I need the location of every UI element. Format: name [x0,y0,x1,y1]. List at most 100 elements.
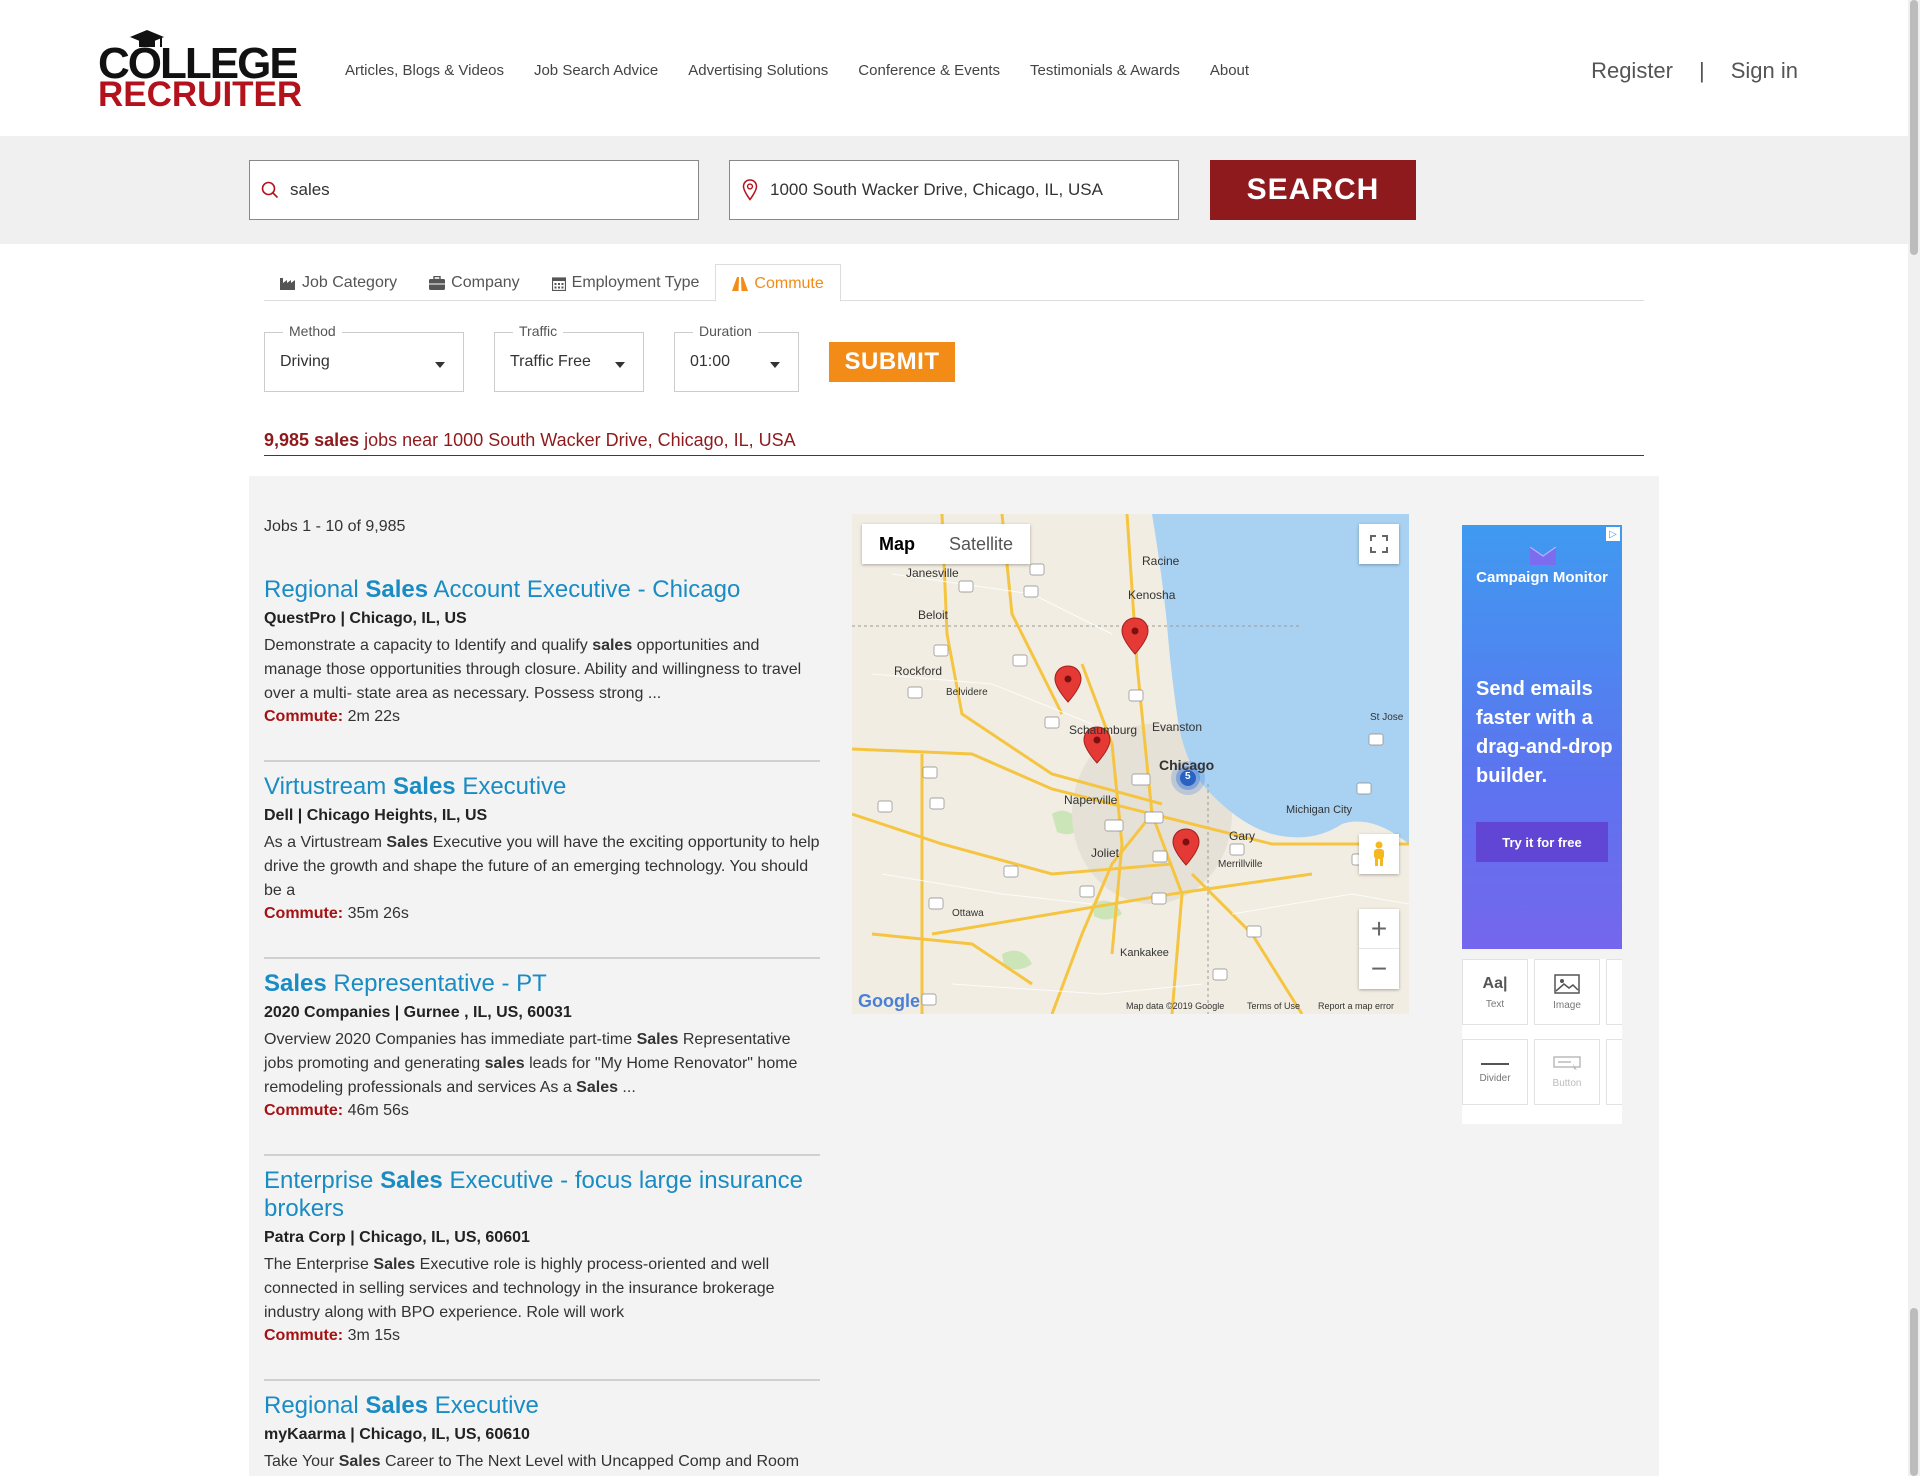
desc-text: Overview 2020 Companies has immediate pa… [264,1031,637,1048]
map-label-beloit: Beloit [918,608,949,622]
divider-icon [1481,1062,1509,1065]
results-map[interactable]: 5 Janesville Racine Kenosha Beloit Rockf… [852,514,1409,1014]
nav-articles[interactable]: Articles, Blogs & Videos [345,62,504,79]
road-icon [732,277,749,291]
nav-conference-events[interactable]: Conference & Events [858,62,1000,79]
job-title-link[interactable]: Sales Representative - PT [264,970,820,998]
zoom-out-icon[interactable]: − [1359,949,1399,989]
map-label-janesville: Janesville [906,566,959,580]
fullscreen-button[interactable] [1359,524,1399,564]
map-label-schaumburg: Schaumburg [1069,723,1138,737]
campaign-monitor-ad[interactable]: ▷ Campaign Monitor Send emails faster wi… [1462,525,1622,949]
desc-keyword: sales [592,637,633,654]
adchoices-icon[interactable]: ▷ [1606,527,1620,541]
method-label: Method [283,323,342,339]
location-search-input[interactable]: 1000 South Wacker Drive, Chicago, IL, US… [729,160,1179,220]
tool-overflow [1606,959,1622,1025]
traffic-select[interactable]: Traffic Traffic Free [494,323,644,392]
register-link[interactable]: Register [1591,58,1673,84]
envelope-icon [1530,547,1556,565]
job-company-location: 2020 Companies | Gurnee , IL, US, 60031 [264,1004,572,1021]
tool-label: Image [1553,999,1581,1011]
tab-label: Job Category [302,274,398,291]
submit-button[interactable]: SUBMIT [829,342,955,382]
street-view-pegman[interactable] [1359,834,1399,874]
map-label-naperville: Naperville [1064,793,1118,807]
tab-job-category[interactable]: Job Category [264,264,413,301]
method-select[interactable]: Method Driving [264,323,464,392]
map-label-chicago: Chicago [1159,757,1215,773]
nav-job-search-advice[interactable]: Job Search Advice [534,62,658,79]
job-title-link[interactable]: Virtustream Sales Executive [264,773,820,801]
logo-text-recruiter: RECRUITER [98,75,303,114]
job-title-link[interactable]: Regional Sales Account Executive - Chica… [264,576,820,604]
job-card: Regional Sales Executive myKaarma | Chica… [264,1392,820,1474]
search-band: sales 1000 South Wacker Drive, Chicago, … [0,136,1908,244]
signin-link[interactable]: Sign in [1731,58,1798,84]
duration-select[interactable]: Duration 01:00 [674,323,799,392]
google-logo: Google [858,991,920,1011]
job-divider [264,957,820,959]
page-scrollbar[interactable] [1908,0,1920,1476]
desc-text: Take Your [264,1453,339,1470]
tab-company[interactable]: Company [413,264,535,301]
job-description: The Enterprise Sales Executive role is h… [264,1253,820,1325]
site-header: COLLEGE RECRUITER Articles, Blogs & Vide… [0,0,1908,136]
nav-about[interactable]: About [1210,62,1249,79]
commute-time: 46m 56s [347,1102,409,1119]
desc-text: ... [617,1079,636,1096]
job-title-keyword: Sales [365,576,429,603]
map-type-satellite[interactable]: Satellite [932,524,1030,564]
auth-separator: | [1699,58,1705,83]
desc-text: The Enterprise [264,1256,374,1273]
tab-employment-type[interactable]: Employment Type [536,264,716,301]
college-recruiter-logo[interactable]: COLLEGE RECRUITER [98,30,302,112]
map-label-kankakee: Kankakee [1120,947,1169,959]
desc-keyword: Sales [386,834,429,851]
duration-label: Duration [693,323,758,339]
scrollbar-thumb[interactable] [1910,0,1918,255]
results-keyword: sales [314,430,360,450]
job-commute: Commute: 35m 26s [264,905,820,923]
calendar-icon [551,277,566,291]
main-nav: Articles, Blogs & Videos Job Search Advi… [345,62,1249,79]
job-title-pre: Virtustream [264,773,393,800]
tab-label: Commute [754,275,824,292]
map-report-error-link[interactable]: Report a map error [1318,1001,1394,1011]
job-company-location: QuestPro | Chicago, IL, US [264,610,467,627]
search-button[interactable]: SEARCH [1210,160,1416,220]
ad-cta-button[interactable]: Try it for free [1476,822,1608,862]
tool-label: Button [1552,1077,1582,1089]
traffic-value: Traffic Free [510,353,591,370]
traffic-label: Traffic [513,323,564,339]
tab-commute[interactable]: Commute [715,264,841,302]
method-value: Driving [280,353,330,370]
desc-keyword: Sales [576,1079,618,1096]
ad-brand: Campaign Monitor [1476,569,1608,586]
job-description: Demonstrate a capacity to Identify and q… [264,634,820,706]
map-pin-icon [730,179,770,201]
map-type-map[interactable]: Map [862,524,932,564]
job-title-link[interactable]: Enterprise Sales Executive - focus large… [264,1167,820,1223]
job-description: Take Your Sales Career to The Next Level… [264,1450,820,1474]
commute-label: Commute: [264,708,344,725]
map-label-gary: Gary [1229,829,1256,843]
industry-icon [280,278,295,290]
job-title-link[interactable]: Regional Sales Executive [264,1392,820,1420]
nav-testimonials-awards[interactable]: Testimonials & Awards [1030,62,1180,79]
map-terms-link[interactable]: Terms of Use [1247,1001,1300,1011]
job-company-location: Dell | Chicago Heights, IL, US [264,807,488,824]
keyword-search-input[interactable]: sales [249,160,699,220]
tab-label: Company [451,274,520,291]
scrollbar-thumb-lower[interactable] [1910,1308,1918,1476]
nav-advertising-solutions[interactable]: Advertising Solutions [688,62,828,79]
fullscreen-icon [1370,535,1388,553]
tool-label: Text [1485,998,1505,1010]
location-value: 1000 South Wacker Drive, Chicago, IL, US… [770,180,1103,199]
job-divider [264,760,820,762]
map-label-kenosha: Kenosha [1128,588,1176,602]
job-description: Overview 2020 Companies has immediate pa… [264,1028,820,1100]
button-icon [1553,1055,1581,1070]
zoom-in-icon[interactable]: + [1359,909,1399,949]
results-range: Jobs 1 - 10 of 9,985 [264,518,406,535]
